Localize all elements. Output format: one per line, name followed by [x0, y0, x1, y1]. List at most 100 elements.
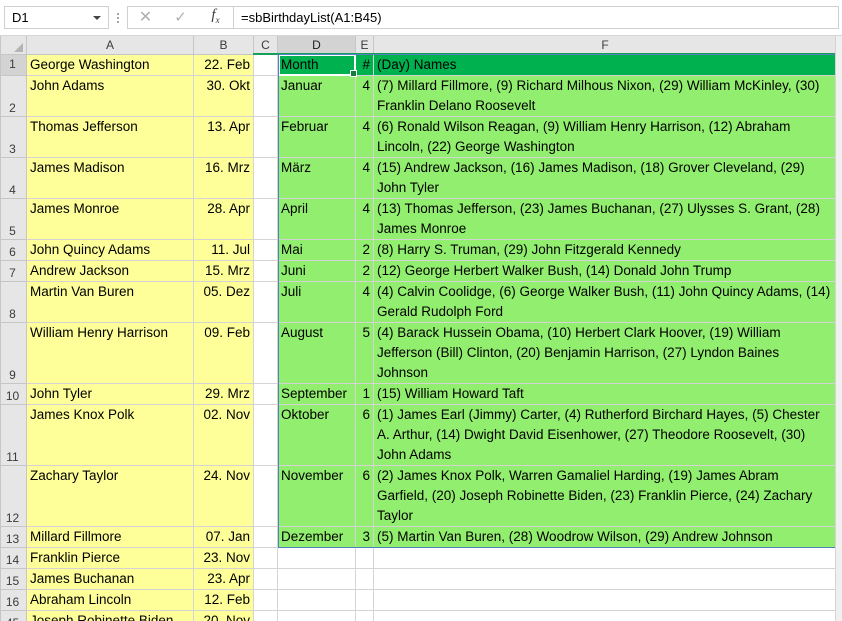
cell-C16[interactable]	[253, 589, 278, 611]
cell-C45[interactable]	[253, 610, 278, 621]
cell-F15[interactable]	[373, 568, 837, 590]
row-header[interactable]: 15	[0, 568, 27, 590]
cell-A14[interactable]: Franklin Pierce	[26, 547, 194, 569]
cell-F7[interactable]: (12) George Herbert Walker Bush, (14) Do…	[373, 260, 837, 282]
chevron-down-icon[interactable]	[93, 15, 101, 20]
row-header[interactable]: 2	[0, 75, 27, 117]
cell-B12[interactable]: 24. Nov	[193, 465, 254, 527]
cell-F1[interactable]: (Day) Names	[373, 54, 837, 76]
cell-E4[interactable]: 4	[355, 157, 374, 199]
cell-D15[interactable]	[277, 568, 356, 590]
cell-B2[interactable]: 30. Okt	[193, 75, 254, 117]
cell-B6[interactable]: 11. Jul	[193, 239, 254, 261]
cell-C14[interactable]	[253, 547, 278, 569]
cell-B5[interactable]: 28. Apr	[193, 198, 254, 240]
cell-E16[interactable]	[355, 589, 374, 611]
row-header[interactable]: 7	[0, 260, 27, 282]
cell-C2[interactable]	[253, 75, 278, 117]
name-box[interactable]: D1	[4, 6, 109, 29]
cell-C5[interactable]	[253, 198, 278, 240]
column-header-d[interactable]: D	[277, 36, 356, 55]
cell-A2[interactable]: John Adams	[26, 75, 194, 117]
cell-D7[interactable]: Juni	[277, 260, 356, 282]
cell-D14[interactable]	[277, 547, 356, 569]
cell-B9[interactable]: 09. Feb	[193, 322, 254, 384]
cell-E11[interactable]: 6	[355, 404, 374, 466]
cell-D8[interactable]: Juli	[277, 281, 356, 323]
row-header[interactable]: 5	[0, 198, 27, 240]
cell-C15[interactable]	[253, 568, 278, 590]
cell-F10[interactable]: (15) William Howard Taft	[373, 383, 837, 405]
cell-A3[interactable]: Thomas Jefferson	[26, 116, 194, 158]
cell-F6[interactable]: (8) Harry S. Truman, (29) John Fitzgeral…	[373, 239, 837, 261]
cell-C1[interactable]	[253, 54, 278, 76]
cell-E12[interactable]: 6	[355, 465, 374, 527]
cell-A1[interactable]: George Washington	[26, 54, 194, 76]
cell-A15[interactable]: James Buchanan	[26, 568, 194, 590]
cell-F9[interactable]: (4) Barack Hussein Obama, (10) Herbert C…	[373, 322, 837, 384]
cell-A45[interactable]: Joseph Robinette Biden	[26, 610, 194, 621]
cell-B15[interactable]: 23. Apr	[193, 568, 254, 590]
cell-E45[interactable]	[355, 610, 374, 621]
cell-D1[interactable]: Month	[277, 54, 356, 76]
cell-B8[interactable]: 05. Dez	[193, 281, 254, 323]
cell-A4[interactable]: James Madison	[26, 157, 194, 199]
cell-D10[interactable]: September	[277, 383, 356, 405]
cell-E8[interactable]: 4	[355, 281, 374, 323]
cell-A12[interactable]: Zachary Taylor	[26, 465, 194, 527]
column-header-b[interactable]: B	[193, 36, 254, 55]
cell-F11[interactable]: (1) James Earl (Jimmy) Carter, (4) Ruthe…	[373, 404, 837, 466]
cell-B45[interactable]: 20. Nov	[193, 610, 254, 621]
cell-C3[interactable]	[253, 116, 278, 158]
fx-icon[interactable]: fx	[201, 5, 231, 31]
cell-E6[interactable]: 2	[355, 239, 374, 261]
cell-A13[interactable]: Millard Fillmore	[26, 526, 194, 548]
cell-F13[interactable]: (5) Martin Van Buren, (28) Woodrow Wilso…	[373, 526, 837, 548]
row-header[interactable]: 11	[0, 404, 27, 466]
column-header-c[interactable]: C	[253, 36, 278, 55]
cell-A8[interactable]: Martin Van Buren	[26, 281, 194, 323]
cell-D9[interactable]: August	[277, 322, 356, 384]
cell-D4[interactable]: März	[277, 157, 356, 199]
row-header[interactable]: 14	[0, 547, 27, 569]
row-header[interactable]: 16	[0, 589, 27, 611]
cell-C6[interactable]	[253, 239, 278, 261]
cell-F8[interactable]: (4) Calvin Coolidge, (6) George Walker B…	[373, 281, 837, 323]
cell-C12[interactable]	[253, 465, 278, 527]
close-icon[interactable]: ✕	[131, 7, 161, 28]
column-header-a[interactable]: A	[26, 36, 194, 55]
cell-C10[interactable]	[253, 383, 278, 405]
row-header[interactable]: 12	[0, 465, 27, 527]
cell-E15[interactable]	[355, 568, 374, 590]
cell-D45[interactable]	[277, 610, 356, 621]
cell-B10[interactable]: 29. Mrz	[193, 383, 254, 405]
column-header-e[interactable]: E	[355, 36, 374, 55]
cell-E14[interactable]	[355, 547, 374, 569]
spreadsheet-grid[interactable]: A B C D E F 1 George Washington 22. Feb Month # (Da…	[0, 36, 842, 621]
cell-F4[interactable]: (15) Andrew Jackson, (16) James Madison,…	[373, 157, 837, 199]
cell-E1[interactable]: #	[355, 54, 374, 76]
cell-A9[interactable]: William Henry Harrison	[26, 322, 194, 384]
row-header[interactable]: 13	[0, 526, 27, 548]
cell-A16[interactable]: Abraham Lincoln	[26, 589, 194, 611]
cell-F12[interactable]: (2) James Knox Polk, Warren Gamaliel Har…	[373, 465, 837, 527]
cell-B13[interactable]: 07. Jan	[193, 526, 254, 548]
cell-B16[interactable]: 12. Feb	[193, 589, 254, 611]
cell-B7[interactable]: 15. Mrz	[193, 260, 254, 282]
cell-D6[interactable]: Mai	[277, 239, 356, 261]
cell-D13[interactable]: Dezember	[277, 526, 356, 548]
row-header[interactable]: 10	[0, 383, 27, 405]
cell-D12[interactable]: November	[277, 465, 356, 527]
cell-C7[interactable]	[253, 260, 278, 282]
cell-A5[interactable]: James Monroe	[26, 198, 194, 240]
row-header[interactable]: 4	[0, 157, 27, 199]
cell-D11[interactable]: Oktober	[277, 404, 356, 466]
cell-F14[interactable]	[373, 547, 837, 569]
cell-B1[interactable]: 22. Feb	[193, 54, 254, 76]
cell-D5[interactable]: April	[277, 198, 356, 240]
cell-E2[interactable]: 4	[355, 75, 374, 117]
column-header-f[interactable]: F	[373, 36, 837, 55]
formula-input[interactable]: =sbBirthdayList(A1:B45)	[233, 6, 839, 29]
cell-F16[interactable]	[373, 589, 837, 611]
cell-B14[interactable]: 23. Nov	[193, 547, 254, 569]
